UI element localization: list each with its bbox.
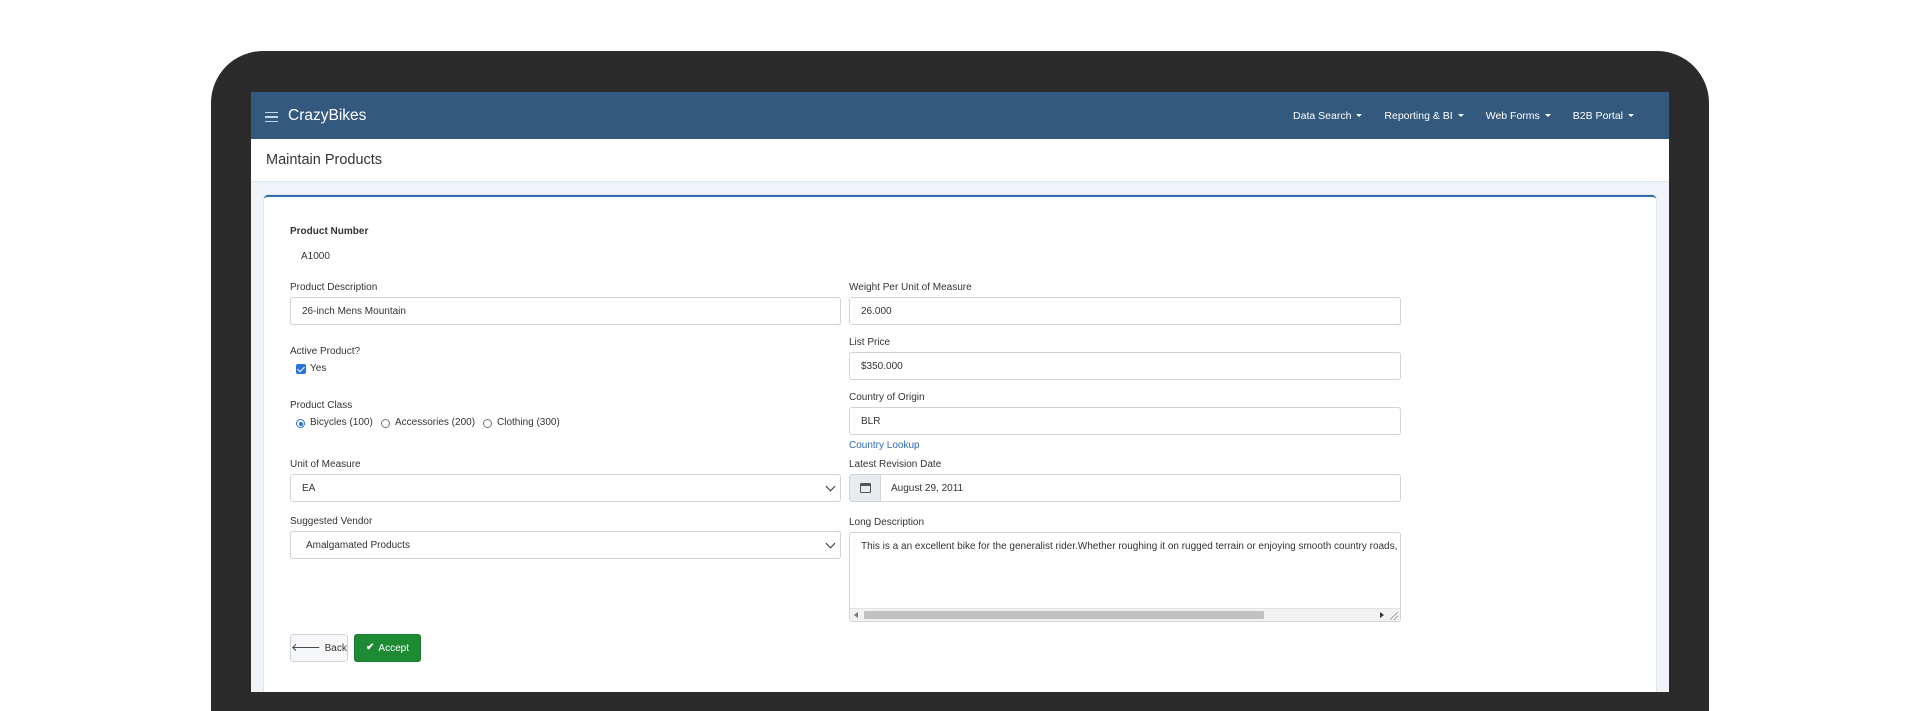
- unit-of-measure-label: Unit of Measure: [290, 459, 361, 470]
- product-description-value: 26-inch Mens Mountain: [302, 305, 406, 317]
- weight-input[interactable]: 26.000: [849, 297, 1401, 325]
- product-description-input[interactable]: 26-inch Mens Mountain: [290, 297, 841, 325]
- active-product-label: Active Product?: [290, 346, 361, 357]
- nav-b2b-portal[interactable]: B2B Portal: [1562, 110, 1645, 122]
- unit-of-measure-value: EA: [302, 482, 316, 494]
- long-description-value: This is a an excellent bike for the gene…: [861, 541, 1398, 552]
- app-screen: CrazyBikes Data Search Reporting & BI We…: [251, 92, 1669, 692]
- nav-item-label: Web Forms: [1485, 109, 1540, 122]
- radio-accessories-label: Accessories (200): [395, 417, 476, 428]
- latest-revision-date-label: Latest Revision Date: [849, 459, 942, 470]
- country-of-origin-label: Country of Origin: [849, 392, 925, 403]
- latest-revision-date-value: August 29, 2011: [891, 482, 964, 494]
- active-product-option-label: Yes: [310, 363, 327, 374]
- nav-item-label: Reporting & BI: [1384, 109, 1453, 122]
- scrollbar-thumb[interactable]: [864, 611, 1264, 619]
- country-of-origin-value: BLR: [861, 415, 881, 427]
- check-icon: ✔: [366, 642, 375, 653]
- horizontal-scrollbar[interactable]: [850, 608, 1400, 621]
- list-price-label: List Price: [849, 337, 891, 348]
- country-of-origin-input[interactable]: BLR: [849, 407, 1401, 435]
- nav-data-search[interactable]: Data Search: [1282, 110, 1373, 122]
- chevron-down-icon: [825, 481, 836, 492]
- product-number-label: Product Number: [290, 226, 369, 237]
- page-header: Maintain Products: [251, 139, 1669, 182]
- arrow-left-icon: 🡐: [291, 641, 321, 654]
- caret-down-icon: [1356, 114, 1363, 117]
- hamburger-icon[interactable]: [265, 111, 278, 123]
- caret-down-icon: [1628, 114, 1634, 117]
- caret-down-icon: [1457, 114, 1464, 117]
- suggested-vendor-select[interactable]: Amalgamated Products: [290, 531, 841, 559]
- caret-down-icon: [1544, 114, 1551, 117]
- brand-title[interactable]: CrazyBikes: [288, 107, 366, 125]
- chevron-down-icon: [825, 538, 836, 549]
- long-description-textarea[interactable]: This is a an excellent bike for the gene…: [849, 532, 1401, 622]
- calendar-button[interactable]: [849, 474, 880, 502]
- weight-label: Weight Per Unit of Measure: [849, 282, 972, 293]
- product-number-value: A1000: [301, 251, 330, 262]
- accept-button[interactable]: ✔ Accept: [354, 634, 421, 662]
- radio-clothing[interactable]: [483, 419, 492, 428]
- nav-item-label: B2B Portal: [1572, 109, 1623, 122]
- radio-accessories[interactable]: [381, 419, 390, 428]
- radio-clothing-label: Clothing (300): [497, 417, 560, 428]
- product-class-label: Product Class: [290, 400, 353, 411]
- suggested-vendor-label: Suggested Vendor: [290, 516, 373, 527]
- calendar-icon: [859, 483, 871, 493]
- accept-button-label: Accept: [378, 642, 409, 654]
- active-product-checkbox[interactable]: [296, 364, 306, 374]
- back-button-label: Back: [324, 642, 347, 654]
- nav-reporting-bi[interactable]: Reporting & BI: [1373, 110, 1474, 122]
- latest-revision-date-group: August 29, 2011: [849, 474, 1401, 502]
- weight-value: 26.000: [861, 305, 892, 317]
- nav-web-forms[interactable]: Web Forms: [1475, 110, 1562, 122]
- product-form-card: Product Number A1000 Product Description…: [264, 195, 1656, 692]
- radio-bicycles-label: Bicycles (100): [310, 417, 373, 428]
- long-description-label: Long Description: [849, 517, 925, 528]
- scroll-left-icon[interactable]: [854, 612, 858, 618]
- top-navbar: CrazyBikes Data Search Reporting & BI We…: [251, 92, 1669, 139]
- latest-revision-date-input[interactable]: August 29, 2011: [880, 474, 1401, 502]
- unit-of-measure-select[interactable]: EA: [290, 474, 841, 502]
- back-button[interactable]: 🡐 Back: [290, 634, 348, 662]
- scroll-right-icon[interactable]: [1380, 612, 1384, 618]
- list-price-value: $350.000: [861, 360, 903, 372]
- list-price-input[interactable]: $350.000: [849, 352, 1401, 380]
- product-description-label: Product Description: [290, 282, 378, 293]
- suggested-vendor-value: Amalgamated Products: [306, 539, 410, 551]
- resize-grip-icon[interactable]: [1390, 612, 1398, 620]
- nav-menu: Data Search Reporting & BI Web Forms B2B…: [1282, 110, 1645, 122]
- radio-bicycles[interactable]: [296, 419, 305, 428]
- nav-item-label: Data Search: [1293, 109, 1352, 122]
- country-lookup-link[interactable]: Country Lookup: [849, 440, 920, 451]
- page-title: Maintain Products: [266, 152, 383, 168]
